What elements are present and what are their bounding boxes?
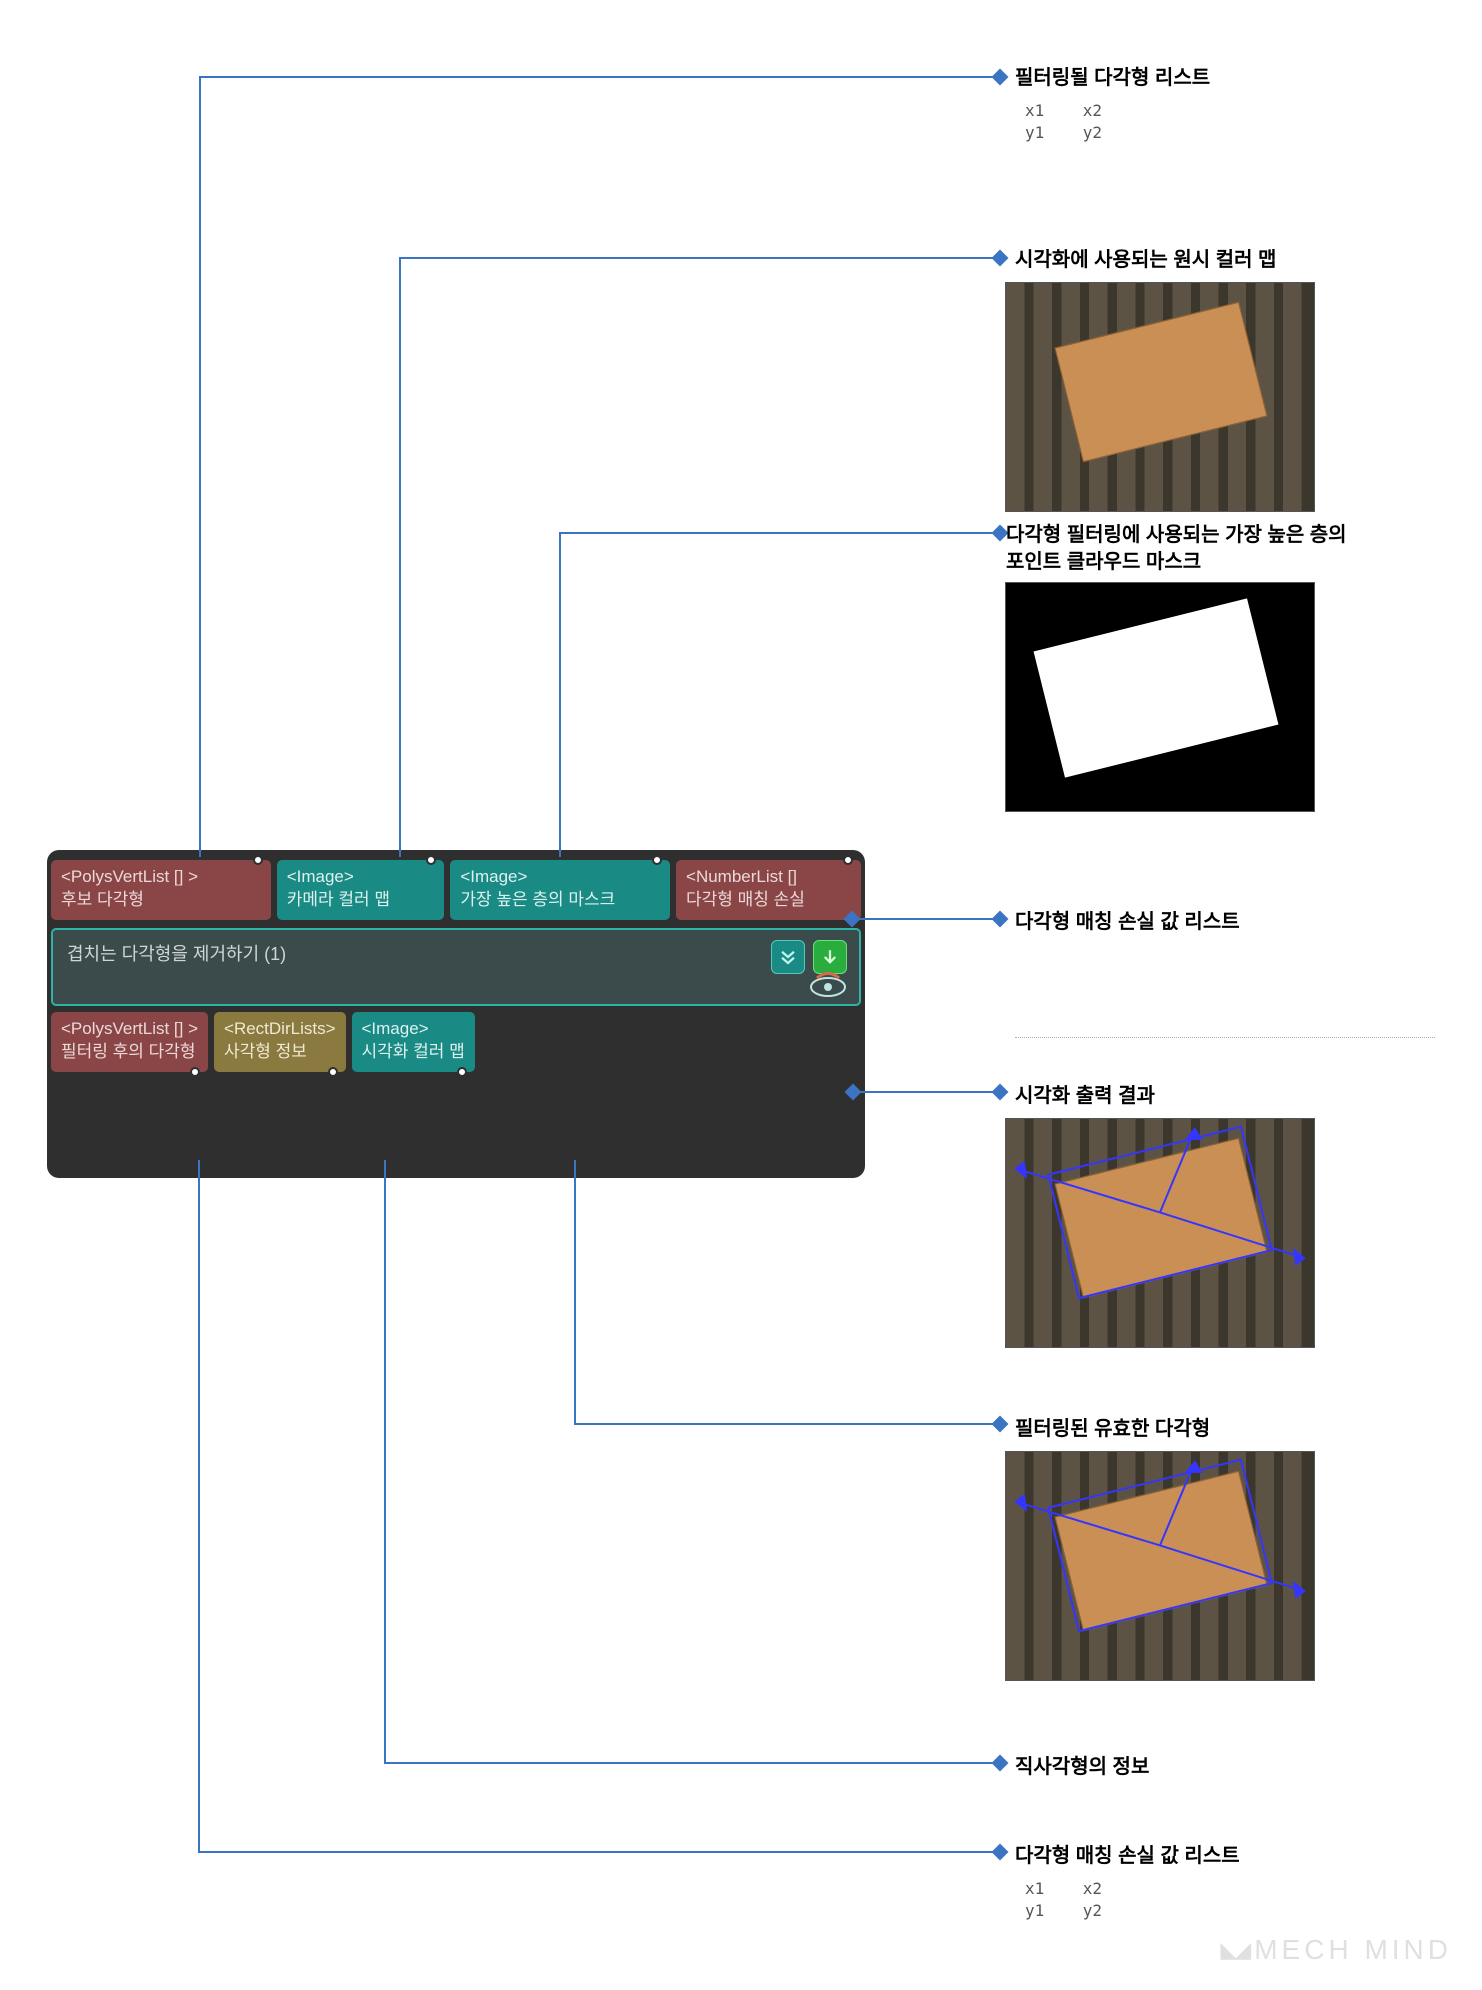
- label-match-loss-2: 다각형 매칭 손실 값 리스트: [1015, 1843, 1240, 1870]
- input-port-candidate-polygons[interactable]: <PolysVertList [] > 후보 다각형: [51, 860, 271, 920]
- port-name: 가장 높은 층의 마스크: [460, 889, 660, 912]
- preview-viz-output: [1005, 1118, 1315, 1348]
- label-mask: 다각형 필터링에 사용되는 가장 높은 층의 포인트 클라우드 마스크: [1006, 522, 1347, 576]
- node-body[interactable]: 겹치는 다각형을 제거하기 (1): [51, 928, 861, 1006]
- port-type: <PolysVertList [] >: [61, 1018, 198, 1041]
- input-port-row: <PolysVertList [] > 후보 다각형 <Image> 카메라 컬…: [51, 860, 861, 920]
- port-dot: [457, 1067, 467, 1077]
- run-button[interactable]: [813, 940, 847, 974]
- arrow-down-icon: [821, 948, 839, 966]
- preview-mask: [1005, 582, 1315, 812]
- node-title: 겹치는 다각형을 제거하기 (1): [67, 944, 286, 964]
- port-dot: [652, 855, 662, 865]
- preview-filtered-valid: [1005, 1451, 1315, 1681]
- port-dot: [426, 855, 436, 865]
- port-dot: [328, 1067, 338, 1077]
- label-filter-poly-list: 필터링될 다각형 리스트: [1015, 65, 1210, 92]
- port-name: 후보 다각형: [61, 889, 261, 912]
- sublabel-match-loss-xy: x1 x2 y1 y2: [1025, 1878, 1102, 1923]
- port-type: <RectDirLists>: [224, 1018, 335, 1041]
- node-remove-overlapping-polygons: <PolysVertList [] > 후보 다각형 <Image> 카메라 컬…: [47, 850, 865, 1178]
- visibility-icon[interactable]: [809, 972, 847, 998]
- label-match-loss: 다각형 매칭 손실 값 리스트: [1015, 909, 1240, 936]
- port-name: 다각형 매칭 손실: [686, 889, 851, 912]
- preview-raw-colormap: [1005, 282, 1315, 512]
- expand-button[interactable]: [771, 940, 805, 974]
- port-name: 시각화 컬러 맵: [362, 1041, 465, 1064]
- output-port-rectangle-info[interactable]: <RectDirLists> 사각형 정보: [214, 1012, 345, 1072]
- port-dot: [843, 855, 853, 865]
- port-name: 필터링 후의 다각형: [61, 1041, 198, 1064]
- sublabel-filter-poly-xy: x1 x2 y1 y2: [1025, 100, 1102, 145]
- input-port-camera-colormap[interactable]: <Image> 카메라 컬러 맵: [277, 860, 445, 920]
- port-type: <NumberList []: [686, 866, 851, 889]
- output-port-filtered-polygons[interactable]: <PolysVertList [] > 필터링 후의 다각형: [51, 1012, 208, 1072]
- input-port-match-loss[interactable]: <NumberList [] 다각형 매칭 손실: [676, 860, 861, 920]
- port-type: <Image>: [460, 866, 660, 889]
- chevron-double-down-icon: [779, 948, 797, 966]
- overlay-arrows-filtered: [1006, 1452, 1314, 1681]
- label-raw-colormap: 시각화에 사용되는 원시 컬러 맵: [1015, 247, 1276, 274]
- port-name: 카메라 컬러 맵: [287, 889, 435, 912]
- separator-line: [1015, 1037, 1435, 1038]
- label-filtered-valid: 필터링된 유효한 다각형: [1015, 1416, 1210, 1443]
- port-name: 사각형 정보: [224, 1041, 335, 1064]
- port-dot: [253, 855, 263, 865]
- output-port-viz-colormap[interactable]: <Image> 시각화 컬러 맵: [352, 1012, 475, 1072]
- port-dot: [190, 1067, 200, 1077]
- watermark: ◣◢MECH MIND: [1220, 1934, 1452, 1966]
- port-type: <Image>: [287, 866, 435, 889]
- port-type: <Image>: [362, 1018, 465, 1041]
- input-port-top-layer-mask[interactable]: <Image> 가장 높은 층의 마스크: [450, 860, 670, 920]
- label-rect-info: 직사각형의 정보: [1015, 1754, 1149, 1781]
- watermark-logo-icon: ◣◢: [1220, 1937, 1248, 1962]
- output-port-row: <PolysVertList [] > 필터링 후의 다각형 <RectDirL…: [51, 1012, 861, 1072]
- overlay-arrows-viz: [1006, 1119, 1314, 1348]
- watermark-text: MECH MIND: [1254, 1934, 1452, 1965]
- port-type: <PolysVertList [] >: [61, 866, 261, 889]
- label-viz-output: 시각화 출력 결과: [1015, 1083, 1155, 1110]
- preview-box-raw: [1055, 302, 1268, 462]
